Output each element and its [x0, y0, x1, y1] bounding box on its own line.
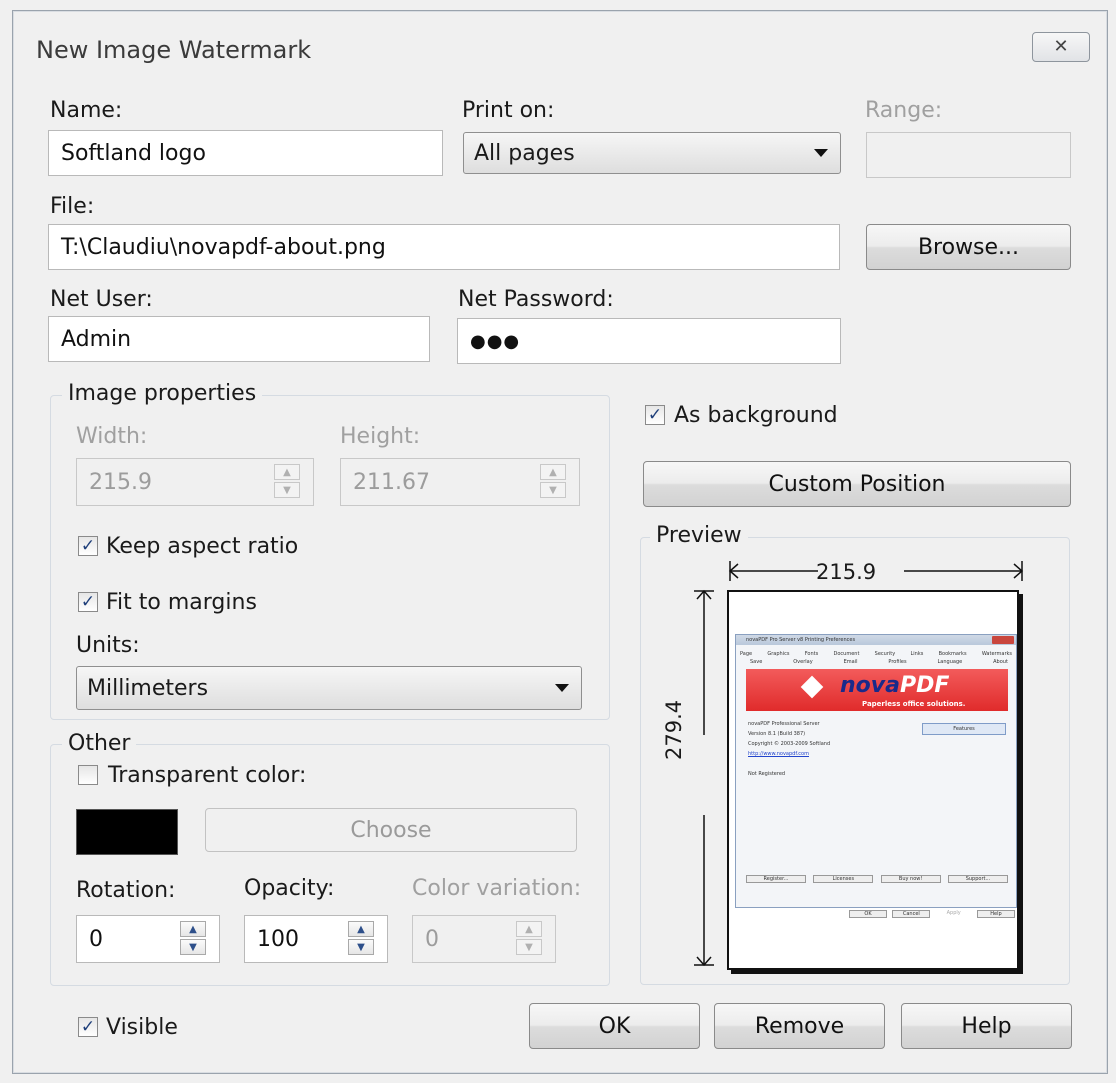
- transparent-color-checkbox[interactable]: [78, 765, 98, 785]
- other-legend: Other: [62, 731, 137, 756]
- image-properties-legend: Image properties: [62, 381, 263, 406]
- keep-aspect-label: Keep aspect ratio: [106, 534, 299, 559]
- novapdf-logo-icon: [800, 675, 824, 699]
- rotation-up-arrow-icon[interactable]: ▲: [180, 921, 206, 937]
- preview-mini-dialog-buttons: OK Cancel Apply Help: [849, 910, 1015, 918]
- as-background-checkbox[interactable]: ✓: [645, 405, 665, 425]
- print-on-label: Print on:: [462, 98, 555, 123]
- net-password-input[interactable]: ●●●: [457, 318, 841, 364]
- help-button[interactable]: Help: [901, 1003, 1072, 1049]
- preview-mini-close-icon: [992, 636, 1014, 644]
- height-label: Height:: [340, 424, 421, 449]
- preview-mini-bottom-buttons: Register... Licenses Buy now! Support...: [746, 875, 1008, 883]
- preview-legend: Preview: [650, 523, 748, 548]
- fit-margins-label: Fit to margins: [106, 590, 257, 615]
- preview-mini-tabs-row1: Page Graphics Fonts Document Security Links Bo…: [740, 651, 1012, 657]
- transparent-color-label: Transparent color:: [108, 763, 307, 788]
- rotation-spinner[interactable]: 0 ▲ ▼: [76, 915, 220, 963]
- preview-page: novaPDF Pro Server v8 Printing Preferenc…: [727, 590, 1019, 970]
- preview-mini-logo: novaPDF: [840, 673, 950, 698]
- preview-mini-banner: novaPDF Paperless office solutions.: [746, 669, 1008, 711]
- remove-button[interactable]: Remove: [714, 1003, 885, 1049]
- opacity-label: Opacity:: [244, 876, 335, 901]
- opacity-spinner[interactable]: 100 ▲ ▼: [244, 915, 388, 963]
- width-up-arrow-icon[interactable]: ▲: [274, 464, 300, 480]
- print-on-select[interactable]: All pages: [463, 132, 841, 174]
- rotation-down-arrow-icon[interactable]: ▼: [180, 939, 206, 955]
- height-up-arrow-icon[interactable]: ▲: [540, 464, 566, 480]
- print-on-value: All pages: [474, 140, 575, 166]
- color-variation-label: Color variation:: [412, 876, 582, 901]
- choose-button[interactable]: Choose: [205, 808, 577, 852]
- checkmark-icon: ✓: [80, 591, 96, 612]
- chevron-down-icon: [814, 149, 828, 157]
- custom-position-button[interactable]: Custom Position: [643, 461, 1071, 507]
- preview-mini-features-button: Features: [922, 723, 1006, 735]
- height-spinner[interactable]: 211.67 ▲ ▼: [340, 458, 580, 506]
- color-swatch[interactable]: [76, 809, 178, 855]
- width-label: Width:: [76, 424, 148, 449]
- height-down-arrow-icon[interactable]: ▼: [540, 482, 566, 498]
- net-user-input[interactable]: Admin: [48, 316, 430, 362]
- file-label: File:: [50, 194, 95, 219]
- width-down-arrow-icon[interactable]: ▼: [274, 482, 300, 498]
- units-label: Units:: [76, 633, 140, 658]
- color-variation-down-arrow-icon[interactable]: ▼: [516, 939, 542, 955]
- opacity-down-arrow-icon[interactable]: ▼: [348, 939, 374, 955]
- file-input[interactable]: T:\Claudiu\novapdf-about.png: [48, 224, 840, 270]
- net-user-label: Net User:: [50, 287, 153, 312]
- opacity-up-arrow-icon[interactable]: ▲: [348, 921, 374, 937]
- dialog-title: New Image Watermark: [36, 36, 312, 64]
- browse-button[interactable]: Browse...: [866, 224, 1071, 270]
- checkmark-icon: ✓: [80, 1016, 96, 1037]
- units-select[interactable]: Millimeters: [76, 666, 582, 710]
- preview-mini-tabs-row2: Save Overlay Email Profiles Language About: [750, 659, 1008, 665]
- chevron-down-icon: [555, 684, 569, 692]
- rotation-label: Rotation:: [76, 878, 176, 903]
- keep-aspect-checkbox[interactable]: ✓: [78, 536, 98, 556]
- width-spinner[interactable]: 215.9 ▲ ▼: [76, 458, 314, 506]
- close-icon: ✕: [1053, 36, 1069, 57]
- name-input[interactable]: Softland logo: [48, 130, 443, 176]
- range-label: Range:: [865, 98, 943, 123]
- checkmark-icon: ✓: [80, 535, 96, 556]
- preview-mini-info: novaPDF Professional Server Version 8.1 …: [748, 721, 831, 777]
- net-password-label: Net Password:: [458, 287, 614, 312]
- name-label: Name:: [50, 98, 123, 123]
- preview-mini-tagline: Paperless office solutions.: [862, 700, 966, 708]
- units-value: Millimeters: [87, 675, 209, 701]
- checkmark-icon: ✓: [647, 404, 663, 425]
- preview-mini-titlebar: novaPDF Pro Server v8 Printing Preferenc…: [736, 635, 1016, 645]
- as-background-label: As background: [674, 403, 838, 428]
- visible-label: Visible: [106, 1015, 178, 1040]
- preview-mini-dialog: novaPDF Pro Server v8 Printing Preferenc…: [735, 634, 1017, 908]
- preview-width-dimension: 215.9: [816, 560, 877, 584]
- close-button[interactable]: ✕: [1032, 32, 1090, 62]
- ok-button[interactable]: OK: [529, 1003, 700, 1049]
- color-variation-spinner[interactable]: 0 ▲ ▼: [412, 915, 556, 963]
- visible-checkbox[interactable]: ✓: [78, 1017, 98, 1037]
- fit-margins-checkbox[interactable]: ✓: [78, 592, 98, 612]
- preview-height-dimension: 279.4: [662, 699, 686, 760]
- range-input[interactable]: [866, 132, 1071, 178]
- color-variation-up-arrow-icon[interactable]: ▲: [516, 921, 542, 937]
